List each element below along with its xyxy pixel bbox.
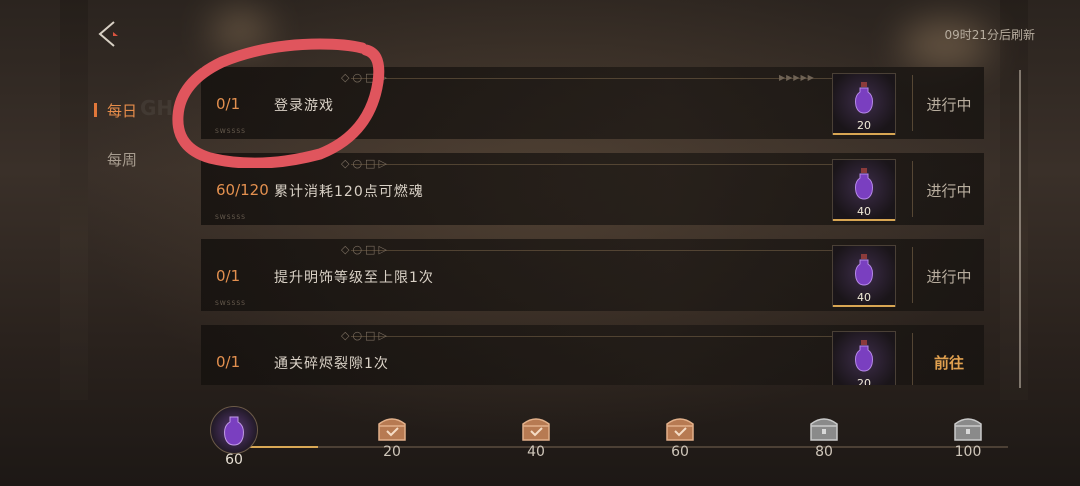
reward-item[interactable]: 20 bbox=[832, 73, 896, 135]
task-name: 累计消耗120点可燃魂 bbox=[274, 184, 424, 200]
scrollbar[interactable] bbox=[1019, 70, 1021, 388]
reward-amount: 20 bbox=[857, 377, 871, 385]
chest-icon bbox=[378, 418, 406, 441]
milestone-chest[interactable]: 100 bbox=[948, 414, 988, 460]
task-name: 登录游戏 bbox=[274, 98, 334, 114]
potion-bottle-icon bbox=[855, 254, 873, 286]
task-progress: 0/1 bbox=[216, 267, 241, 285]
potion-bottle-icon bbox=[855, 340, 873, 372]
background-watermark: GH bbox=[140, 96, 174, 120]
status-label: 进行中 bbox=[926, 268, 972, 286]
ornament-text: SWSSSS bbox=[215, 214, 246, 221]
task-row: ◇○□▷ ▶▶▶▶▶ SWSSSS 0/1 登录游戏 20 进行中 bbox=[201, 67, 984, 139]
milestone-value: 80 bbox=[815, 444, 833, 460]
milestone-chest[interactable]: 80 bbox=[804, 414, 844, 460]
chest-icon bbox=[810, 418, 838, 441]
task-row: ◇○□▷ SWSSSS 0/1 通关碎烬裂隙1次 20 前往 bbox=[201, 325, 984, 385]
activity-current-value: 60 bbox=[225, 452, 243, 468]
status-label: 进行中 bbox=[926, 182, 972, 200]
ornament-icon: ◇○□▷ bbox=[341, 329, 390, 342]
milestone-value: 60 bbox=[671, 444, 689, 460]
milestone-chest[interactable]: 20 bbox=[372, 414, 412, 460]
status-divider bbox=[912, 333, 913, 385]
milestone-value: 20 bbox=[383, 444, 401, 460]
status-divider bbox=[912, 75, 913, 131]
row-divider-line bbox=[351, 78, 834, 79]
task-name: 通关碎烬裂隙1次 bbox=[274, 356, 389, 372]
task-progress: 0/1 bbox=[216, 95, 241, 113]
tab-daily[interactable]: 每日 bbox=[94, 100, 137, 121]
potion-bottle-icon bbox=[210, 406, 258, 454]
reward-item[interactable]: 20 bbox=[832, 331, 896, 385]
ornament-icon: ◇○□▷ bbox=[341, 157, 390, 170]
task-progress: 60/120 bbox=[216, 181, 269, 199]
background-pillar bbox=[1000, 0, 1028, 400]
activity-track bbox=[238, 446, 1008, 448]
row-divider-line bbox=[351, 164, 834, 165]
tab-weekly[interactable]: 每周 bbox=[94, 149, 137, 170]
chest-icon bbox=[666, 418, 694, 441]
milestone-value: 40 bbox=[527, 444, 545, 460]
potion-bottle-icon bbox=[855, 82, 873, 114]
ornament-icon: ◇○□▷ bbox=[341, 71, 390, 84]
milestone-chest[interactable]: 40 bbox=[516, 414, 556, 460]
reward-amount: 20 bbox=[857, 119, 871, 132]
row-divider-line bbox=[351, 250, 834, 251]
reward-amount: 40 bbox=[857, 291, 871, 304]
back-arrow-icon bbox=[98, 21, 118, 47]
chest-icon bbox=[954, 418, 982, 441]
task-progress: 0/1 bbox=[216, 353, 241, 371]
row-divider-line bbox=[351, 336, 834, 337]
reward-item[interactable]: 40 bbox=[832, 245, 896, 307]
tab-list: 每日 每周 bbox=[94, 100, 137, 198]
task-row: ◇○□▷ SWSSSS 0/1 提升明饰等级至上限1次 40 进行中 bbox=[201, 239, 984, 311]
refresh-timer: 09时21分后刷新 bbox=[944, 28, 1035, 42]
background-pillar bbox=[60, 0, 88, 400]
ornament-icon: ◇○□▷ bbox=[341, 243, 390, 256]
ornament-text: SWSSSS bbox=[215, 128, 246, 135]
reward-item[interactable]: 40 bbox=[832, 159, 896, 221]
arrow-ornament-icon: ▶▶▶▶▶ bbox=[779, 73, 815, 82]
potion-bottle-icon bbox=[855, 168, 873, 200]
task-name: 提升明饰等级至上限1次 bbox=[274, 270, 434, 286]
task-row: ◇○□▷ SWSSSS 60/120 累计消耗120点可燃魂 40 进行中 bbox=[201, 153, 984, 225]
reward-amount: 40 bbox=[857, 205, 871, 218]
background-lamp bbox=[210, 10, 270, 50]
status-divider bbox=[912, 247, 913, 303]
status-divider bbox=[912, 161, 913, 217]
status-label: 进行中 bbox=[926, 96, 972, 114]
go-button[interactable]: 前往 bbox=[914, 352, 984, 373]
task-list[interactable]: ◇○□▷ ▶▶▶▶▶ SWSSSS 0/1 登录游戏 20 进行中 ◇○□▷ S… bbox=[201, 67, 984, 385]
chest-icon bbox=[522, 418, 550, 441]
milestone-chest[interactable]: 60 bbox=[660, 414, 700, 460]
ornament-text: SWSSSS bbox=[215, 300, 246, 307]
activity-current: 60 bbox=[208, 406, 260, 468]
back-button[interactable] bbox=[94, 18, 124, 50]
milestone-value: 100 bbox=[954, 444, 982, 460]
